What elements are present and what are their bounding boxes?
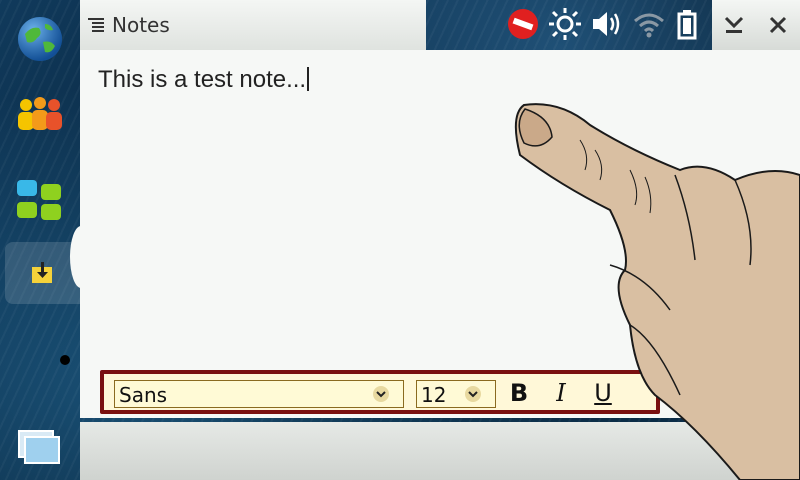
minimize-button[interactable] — [712, 0, 756, 50]
launcher-notch — [70, 226, 92, 288]
launcher-indicator-dot — [60, 355, 70, 365]
contacts-icon — [18, 97, 62, 130]
note-text: This is a test note... — [98, 66, 307, 93]
task-switcher-button[interactable] — [6, 416, 74, 478]
font-family-value: Sans — [119, 383, 168, 407]
text-caret — [307, 67, 310, 91]
chevron-down-icon — [465, 386, 481, 402]
applications-launcher-button[interactable] — [6, 168, 74, 230]
font-size-value: 12 — [421, 383, 447, 407]
volume-icon — [593, 12, 620, 36]
close-button[interactable] — [756, 0, 800, 50]
chevron-down-icon — [373, 386, 389, 402]
note-text-content[interactable]: This is a test note... — [98, 66, 310, 94]
battery-icon — [677, 10, 697, 40]
status-area[interactable] — [506, 6, 700, 42]
task-switcher-icon — [18, 430, 60, 464]
notes-launcher-button[interactable] — [5, 242, 80, 304]
font-family-select[interactable]: Sans — [114, 380, 404, 408]
launcher-bar — [0, 0, 80, 480]
pointing-hand-illustration — [514, 103, 800, 480]
brightness-icon — [549, 8, 581, 40]
applications-icon — [17, 180, 61, 220]
menu-icon[interactable] — [88, 18, 104, 32]
notes-app-icon — [31, 262, 52, 283]
app-title-bar[interactable]: Notes — [80, 0, 426, 50]
globe-icon — [18, 17, 62, 61]
presence-busy-icon — [508, 9, 538, 39]
browser-launcher-button[interactable] — [6, 8, 74, 70]
minimize-icon — [724, 16, 744, 33]
app-title: Notes — [112, 13, 170, 37]
close-icon — [769, 16, 787, 34]
contacts-launcher-button[interactable] — [6, 86, 74, 148]
wifi-icon — [634, 13, 664, 38]
